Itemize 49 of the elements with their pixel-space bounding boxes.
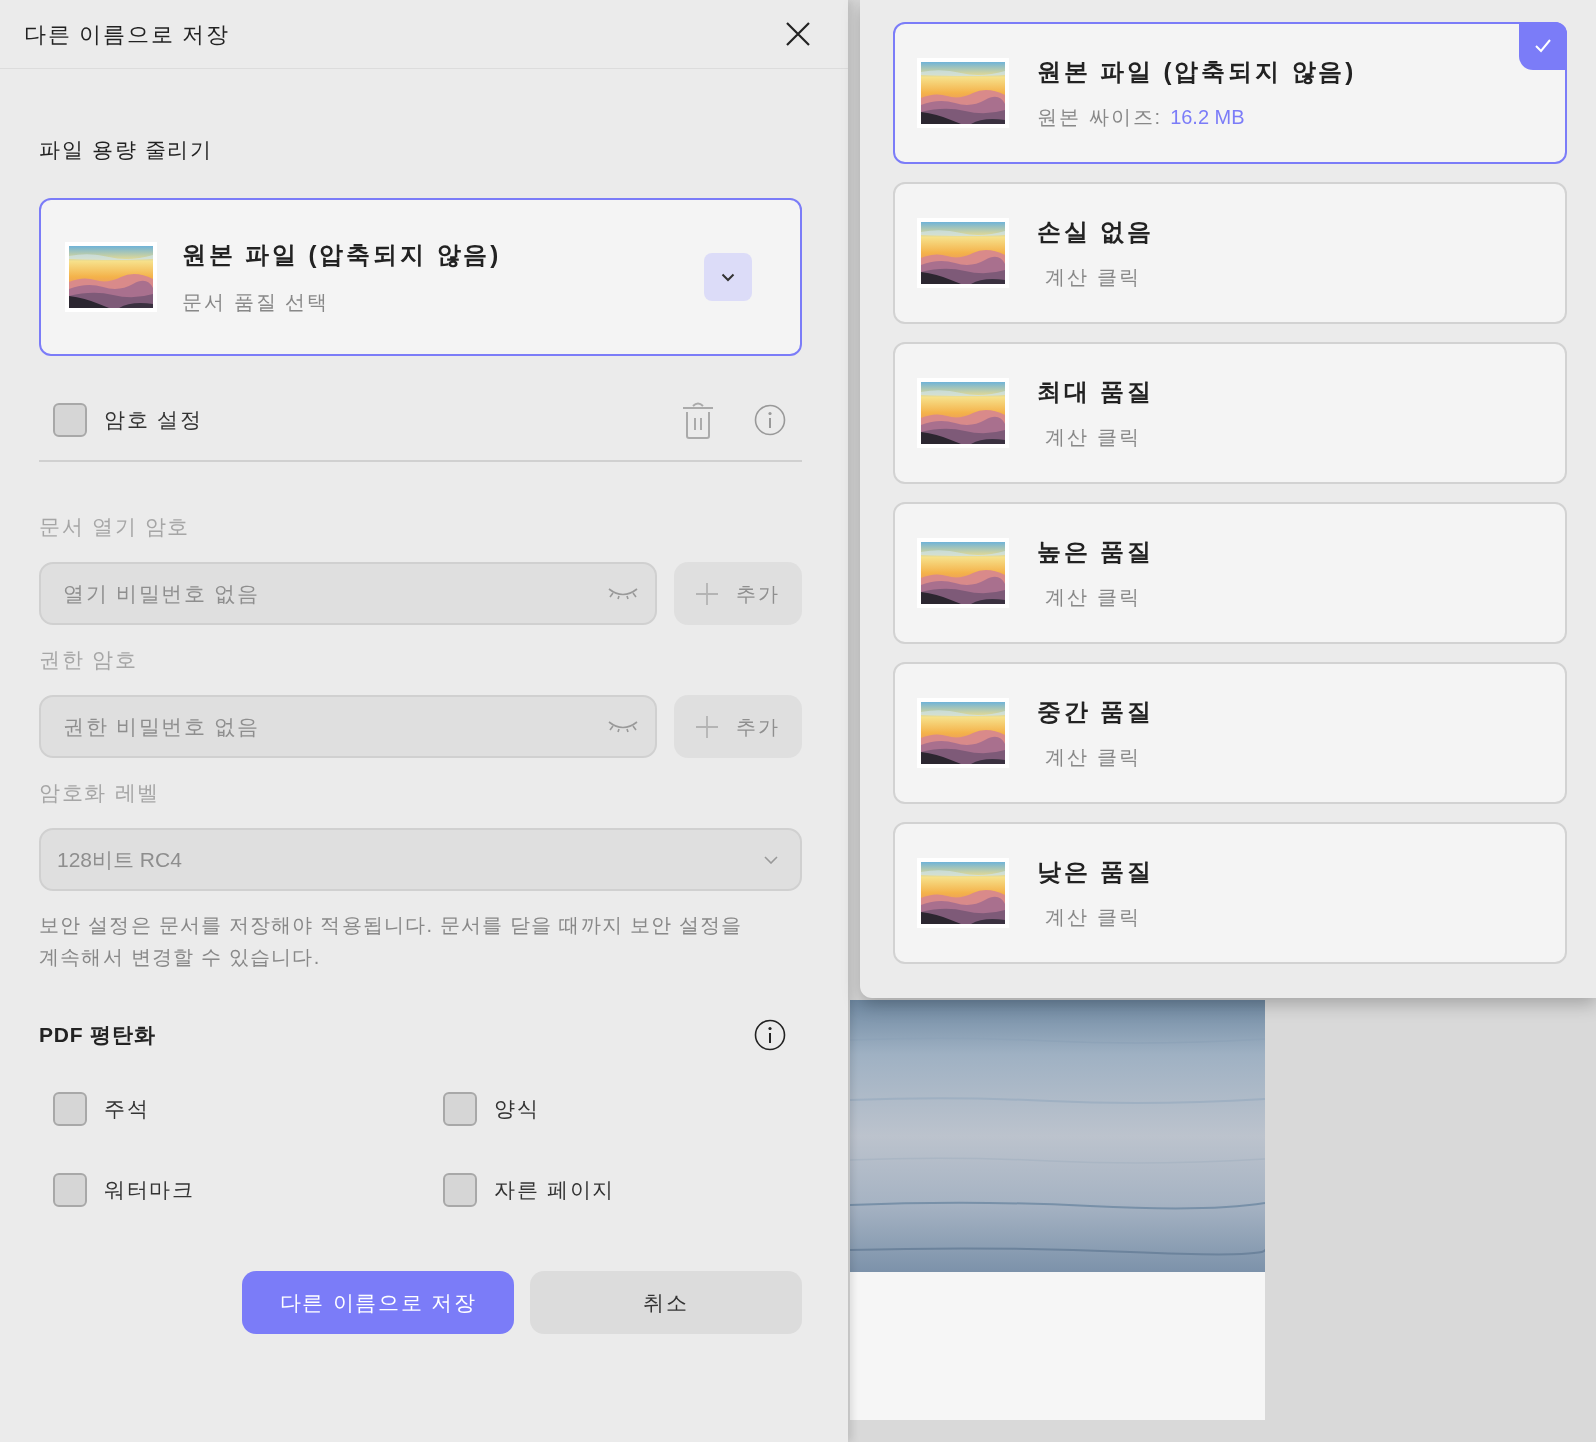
quality-option[interactable]: 최대 품질 계산 클릭 — [893, 342, 1567, 484]
quality-option[interactable]: 중간 품질 계산 클릭 — [893, 662, 1567, 804]
checkbox[interactable] — [443, 1091, 477, 1126]
option-title: 높은 품질 — [1037, 537, 1155, 567]
option-detail: 계산 클릭 — [1045, 425, 1141, 450]
option-detail: 계산 클릭 — [1045, 265, 1141, 290]
quality-subtitle: 문서 품질 선택 — [182, 290, 331, 315]
option-title: 손실 없음 — [1037, 217, 1155, 247]
cancel-button[interactable]: 취소 — [530, 1271, 802, 1334]
option-detail: 원본 싸이즈: — [1037, 105, 1163, 130]
option-detail: 계산 클릭 — [1045, 745, 1141, 770]
checkbox[interactable] — [53, 1172, 87, 1207]
closed-eye-icon[interactable] — [607, 586, 639, 600]
option-title: 원본 파일 (압축되지 않음) — [1037, 57, 1357, 87]
window-title: 다른 이름으로 저장 — [24, 20, 230, 49]
chevron-down-icon[interactable] — [704, 253, 752, 301]
checkbox-label: 양식 — [494, 1095, 540, 1122]
closed-eye-icon[interactable] — [607, 719, 639, 733]
info-icon[interactable] — [754, 1019, 786, 1051]
checkbox-label: 자른 페이지 — [494, 1176, 615, 1203]
plus-icon — [696, 582, 719, 605]
option-title: 최대 품질 — [1037, 377, 1155, 407]
option-detail: 계산 클릭 — [1045, 905, 1141, 930]
checkbox[interactable] — [443, 1172, 477, 1207]
close-icon[interactable] — [784, 20, 812, 48]
plus-icon — [696, 715, 719, 738]
quality-select[interactable]: 원본 파일 (압축되지 않음) 문서 품질 선택 — [39, 198, 802, 356]
field-label: 암호화 레벨 — [39, 780, 161, 806]
trash-icon[interactable] — [680, 400, 716, 440]
option-title: 낮은 품질 — [1037, 857, 1155, 887]
checkbox-label: 암호 설정 — [104, 407, 204, 434]
option-detail: 계산 클릭 — [1045, 585, 1141, 610]
quality-option[interactable]: 높은 품질 계산 클릭 — [893, 502, 1567, 644]
field-label: 문서 열기 암호 — [39, 514, 192, 540]
option-title: 중간 품질 — [1037, 697, 1155, 727]
file-size: 16.2 MB — [1170, 105, 1245, 130]
checkbox-label: 워터마크 — [104, 1176, 195, 1203]
checkmark-icon — [1519, 22, 1567, 70]
checkbox[interactable] — [53, 1091, 87, 1126]
security-note: 보안 설정은 문서를 저장해야 적용됩니다. 문서를 닫을 때까지 보안 설정을 계속해서 변경할 수 있습니다. — [39, 913, 744, 970]
chevron-down-icon — [764, 855, 778, 864]
field-label: 권한 암호 — [39, 647, 139, 673]
quality-option[interactable]: 낮은 품질 계산 클릭 — [893, 822, 1567, 964]
checkbox-label: 주석 — [104, 1095, 150, 1122]
quality-option[interactable]: 원본 파일 (압축되지 않음) 원본 싸이즈: 16.2 MB — [893, 22, 1567, 164]
quality-title: 원본 파일 (압축되지 않음) — [182, 240, 503, 270]
section-heading: PDF 평탄화 — [39, 1022, 156, 1049]
section-heading: 파일 용량 줄리기 — [39, 137, 214, 163]
quality-option[interactable]: 손실 없음 계산 클릭 — [893, 182, 1567, 324]
